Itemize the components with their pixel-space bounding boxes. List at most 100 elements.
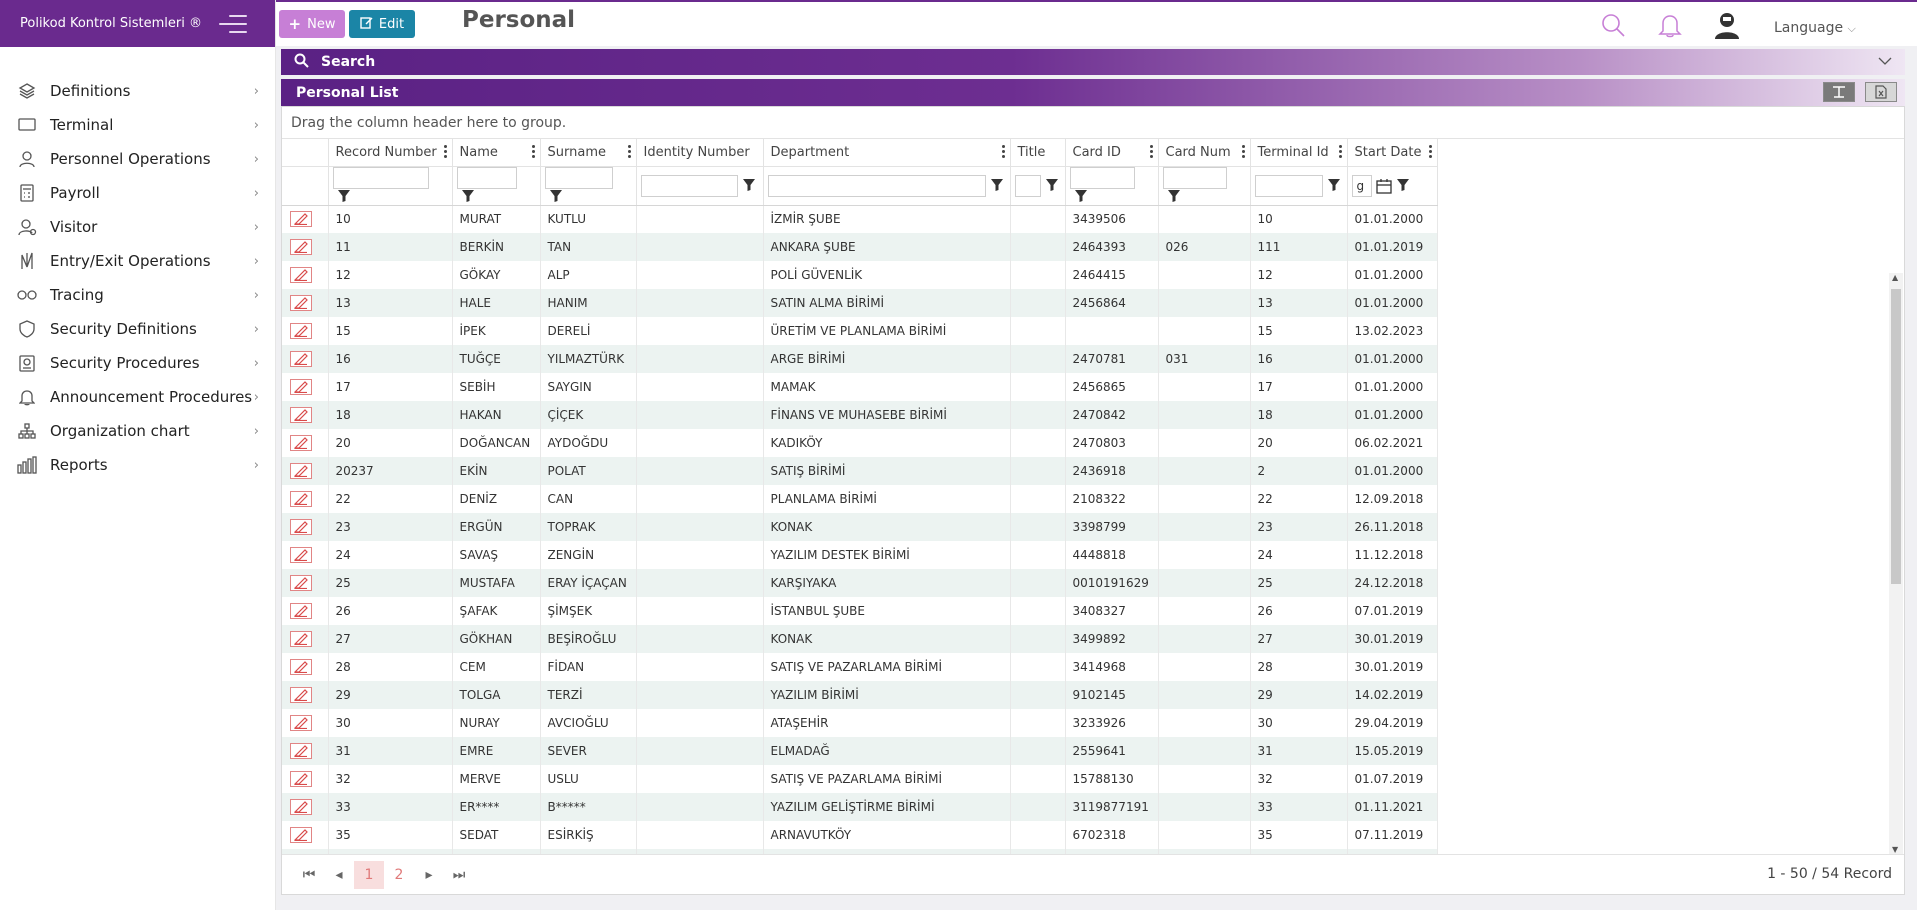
sidebar-item-definitions[interactable]: Definitions › <box>0 74 275 108</box>
filter-icon[interactable] <box>1167 189 1183 205</box>
filter-input-card-num[interactable] <box>1162 166 1227 189</box>
row-edit-pencil-icon[interactable] <box>290 435 312 451</box>
row-edit-pencil-icon[interactable] <box>290 547 312 563</box>
column-header-record-number[interactable]: Record Number <box>328 139 453 167</box>
table-row[interactable]: 15 İPEK DERELİ ÜRETİM VE PLANLAMA BİRİMİ 15 1… <box>282 317 1438 345</box>
filter-input-card-id[interactable] <box>1069 166 1135 189</box>
sidebar-item-reports[interactable]: Reports › <box>0 448 275 482</box>
row-edit-pencil-icon[interactable] <box>290 743 312 759</box>
column-menu-icon[interactable] <box>1242 144 1246 160</box>
table-row[interactable]: 11 BERKİN TAN ANKARA ŞUBE 2464393 026 111 01.01… <box>282 233 1438 261</box>
sidebar-item-security-definitions[interactable]: Security Definitions › <box>0 312 275 346</box>
table-row[interactable]: 29 TOLGA TERZİ YAZILIM BİRİMİ 9102145 29 14.02… <box>282 681 1438 709</box>
row-edit-pencil-icon[interactable] <box>290 771 312 787</box>
row-edit-pencil-icon[interactable] <box>290 575 312 591</box>
row-edit-pencil-icon[interactable] <box>290 827 312 843</box>
sidebar-item-personnel-operations[interactable]: Personnel Operations › <box>0 142 275 176</box>
table-row[interactable]: 24 SAVAŞ ZENGİN YAZILIM DESTEK BİRİMİ 444881… <box>282 541 1438 569</box>
table-row[interactable]: 31 EMRE SEVER ELMADAĞ 2559641 31 15.05.2019 <box>282 737 1438 765</box>
search-icon[interactable] <box>1600 12 1626 38</box>
table-row[interactable]: 17 SEBİH SAYGIN MAMAK 2456865 17 01.01.2000 <box>282 373 1438 401</box>
row-edit-pencil-icon[interactable] <box>290 631 312 647</box>
row-edit-pencil-icon[interactable] <box>290 379 312 395</box>
column-chooser-button[interactable] <box>1823 82 1855 102</box>
row-edit-pencil-icon[interactable] <box>290 687 312 703</box>
column-menu-icon[interactable] <box>1339 144 1343 160</box>
sidebar-item-entry-exit-operations[interactable]: Entry/Exit Operations › <box>0 244 275 278</box>
row-edit-pencil-icon[interactable] <box>290 659 312 675</box>
filter-input-identity-number[interactable] <box>640 174 738 197</box>
column-menu-icon[interactable] <box>1002 144 1006 160</box>
column-menu-icon[interactable] <box>532 144 536 160</box>
sidebar-item-payroll[interactable]: Payroll › <box>0 176 275 210</box>
row-edit-pencil-icon[interactable] <box>290 323 312 339</box>
row-edit-pencil-icon[interactable] <box>290 211 312 228</box>
row-edit-pencil-icon[interactable] <box>290 715 312 731</box>
row-edit-pencil-icon[interactable] <box>290 491 312 507</box>
row-edit-pencil-icon[interactable] <box>290 295 312 311</box>
filter-input-start-date[interactable]: g <box>1351 174 1372 197</box>
table-row[interactable]: 18 HAKAN ÇİÇEK FİNANS VE MUHASEBE BİRİMİ 247… <box>282 401 1438 429</box>
table-row[interactable]: 16 TUĞÇE YILMAZTÜRK ARGE BİRİMİ 2470781 031 16… <box>282 345 1438 373</box>
table-row[interactable]: 28 CEM FİDAN SATIŞ VE PAZARLAMA BİRİMİ 34149… <box>282 653 1438 681</box>
row-edit-pencil-icon[interactable] <box>290 351 312 367</box>
notification-bell-icon[interactable] <box>1658 12 1684 38</box>
sidebar-item-organization-chart[interactable]: Organization chart › <box>0 414 275 448</box>
table-row[interactable]: 32 MERVE USLU SATIŞ VE PAZARLAMA BİRİMİ 1578… <box>282 765 1438 793</box>
column-header-terminal-id[interactable]: Terminal Id <box>1250 139 1348 167</box>
row-edit-pencil-icon[interactable] <box>290 463 312 479</box>
sidebar-item-security-procedures[interactable]: Security Procedures › <box>0 346 275 380</box>
column-menu-icon[interactable] <box>444 144 448 160</box>
table-row[interactable]: 33 ER**** B***** YAZILIM GELİŞTİRME BİRİMİ 3… <box>282 793 1438 821</box>
filter-icon[interactable] <box>337 189 353 205</box>
filter-input-department[interactable] <box>767 174 986 197</box>
column-header-surname[interactable]: Surname <box>540 139 637 167</box>
last-page-icon[interactable]: ⏭ <box>444 861 474 889</box>
table-row[interactable]: 13 HALE HANIM SATIN ALMA BİRİMİ 2456864 13 01.… <box>282 289 1438 317</box>
sidebar-item-tracing[interactable]: Tracing › <box>0 278 275 312</box>
calendar-icon[interactable] <box>1375 178 1392 194</box>
new-button[interactable]: + New <box>279 10 345 38</box>
filter-input-surname[interactable] <box>544 166 613 189</box>
filter-input-name[interactable] <box>456 166 517 189</box>
table-row[interactable]: 10 MURAT KUTLU İZMİR ŞUBE 3439506 10 01.01.200… <box>282 205 1438 233</box>
table-row[interactable]: 12 GÖKAY ALP POLİ GÜVENLİK 2464415 12 01.01.20… <box>282 261 1438 289</box>
page-button-2[interactable]: 2 <box>384 861 414 889</box>
row-edit-pencil-icon[interactable] <box>290 267 312 283</box>
export-excel-button[interactable] <box>1865 82 1897 102</box>
first-page-icon[interactable]: ⏮ <box>294 861 324 889</box>
sidebar-item-announcement-procedures[interactable]: Announcement Procedures › <box>0 380 275 414</box>
table-row[interactable]: 27 GÖKHAN BEŞİROĞLU KONAK 3499892 27 30.01.201… <box>282 625 1438 653</box>
column-header-card-id[interactable]: Card ID <box>1065 139 1159 167</box>
row-edit-pencil-icon[interactable] <box>290 799 312 815</box>
table-row[interactable]: 26 ŞAFAK ŞİMŞEK İSTANBUL ŞUBE 3408327 26 07.01… <box>282 597 1438 625</box>
filter-icon[interactable] <box>1396 178 1412 194</box>
filter-input-title[interactable] <box>1014 174 1041 197</box>
table-row[interactable]: 23 ERGÜN TOPRAK KONAK 3398799 23 26.11.2018 <box>282 513 1438 541</box>
column-header-identity-number[interactable]: Identity Number <box>636 139 764 167</box>
filter-icon[interactable] <box>1045 178 1061 194</box>
table-row[interactable]: 20237 EKİN POLAT SATIŞ BİRİMİ 2436918 2 01.01.… <box>282 457 1438 485</box>
row-edit-pencil-icon[interactable] <box>290 519 312 535</box>
table-row[interactable]: 30 NURAY AVCIOĞLU ATAŞEHİR 3233926 30 29.04.20… <box>282 709 1438 737</box>
vertical-scrollbar[interactable]: ▲ ▼ <box>1889 273 1903 854</box>
column-menu-icon[interactable] <box>1150 144 1154 160</box>
filter-input-terminal-id[interactable] <box>1254 174 1323 197</box>
column-menu-icon[interactable] <box>628 144 632 160</box>
column-header-start-date[interactable]: Start Date <box>1347 139 1438 167</box>
filter-icon[interactable] <box>742 178 758 194</box>
column-header-title[interactable]: Title <box>1010 139 1066 167</box>
column-header-card-num[interactable]: Card Num <box>1158 139 1251 167</box>
filter-icon[interactable] <box>1074 189 1090 205</box>
row-edit-pencil-icon[interactable] <box>290 239 312 255</box>
menu-toggle-icon[interactable] <box>219 14 247 33</box>
search-panel-header[interactable]: Search <box>281 49 1905 75</box>
scroll-down-arrow-icon[interactable]: ▼ <box>1892 845 1898 854</box>
sidebar-item-visitor[interactable]: Visitor › <box>0 210 275 244</box>
table-row[interactable]: 20 DOĞANCAN AYDOĞDU KADIKÖY 2470803 20 06.02.2… <box>282 429 1438 457</box>
column-header-department[interactable]: Department <box>763 139 1011 167</box>
filter-icon[interactable] <box>1327 178 1343 194</box>
row-edit-pencil-icon[interactable] <box>290 407 312 423</box>
filter-input-record-number[interactable] <box>332 166 429 189</box>
scrollbar-thumb[interactable] <box>1891 289 1901 584</box>
